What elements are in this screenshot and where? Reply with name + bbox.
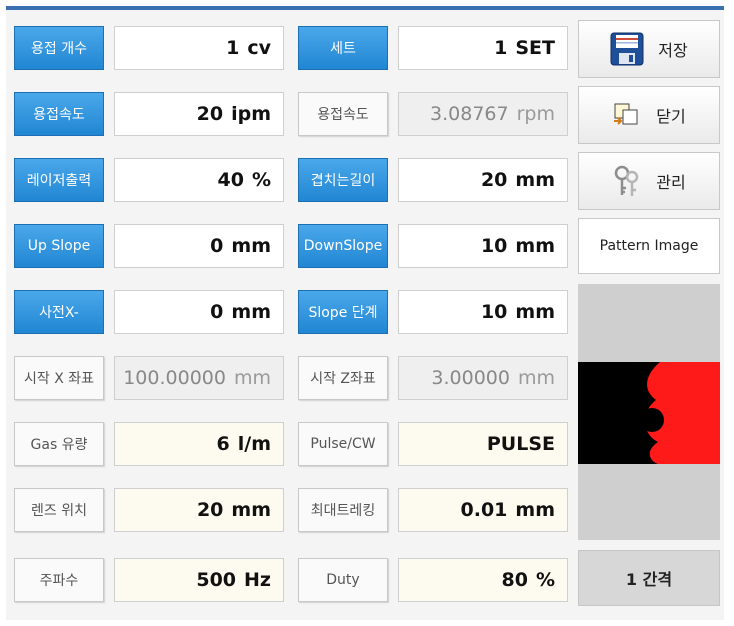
param-label-right-5: 시작 Z좌표 xyxy=(298,356,388,400)
param-value-left-3[interactable]: 0 mm xyxy=(114,224,284,268)
param-label-right-4[interactable]: Slope 단계 xyxy=(298,290,388,334)
value-unit: mm xyxy=(231,235,271,257)
param-value-left-2[interactable]: 40% xyxy=(114,158,284,202)
param-value-right-5: 3.00000 mm xyxy=(398,356,568,400)
value-number: 10 xyxy=(480,301,508,323)
param-label-left-7: 렌즈 위치 xyxy=(14,488,104,532)
close-button[interactable]: 닫기 xyxy=(578,86,720,144)
param-label-left-3[interactable]: Up Slope xyxy=(14,224,104,268)
param-value-left-8[interactable]: 500 Hz xyxy=(114,558,284,602)
param-value-left-6[interactable]: 6 l/m xyxy=(114,422,284,466)
value-unit: mm xyxy=(231,499,271,521)
value-unit: mm xyxy=(231,301,271,323)
close-label: 닫기 xyxy=(656,107,686,126)
param-value-right-2[interactable]: 20 mm xyxy=(398,158,568,202)
param-label-right-1: 용접속도 xyxy=(298,92,388,136)
param-label-left-5: 시작 X 좌표 xyxy=(14,356,104,400)
value-number: 40 xyxy=(217,169,244,191)
value-unit: ipm xyxy=(231,103,271,125)
value-number: 6 xyxy=(216,433,230,455)
value-unit: mm xyxy=(517,367,555,389)
value-unit: % xyxy=(535,569,555,591)
value-unit: l/m xyxy=(237,433,271,455)
value-number: 20 xyxy=(196,103,224,125)
param-value-left-7[interactable]: 20 mm xyxy=(114,488,284,532)
value-number: PULSE xyxy=(486,433,555,455)
param-value-right-3[interactable]: 10 mm xyxy=(398,224,568,268)
value-number: 1 xyxy=(494,37,508,59)
pattern-image-button[interactable]: Pattern Image xyxy=(578,218,720,274)
param-value-right-0[interactable]: 1 SET xyxy=(398,26,568,70)
value-number: 20 xyxy=(480,169,508,191)
value-unit: mm xyxy=(233,367,271,389)
manage-button[interactable]: 관리 xyxy=(578,152,720,210)
param-label-left-0[interactable]: 용접 개수 xyxy=(14,26,104,70)
value-unit: mm xyxy=(515,301,555,323)
value-unit: Hz xyxy=(244,569,271,591)
param-value-right-4[interactable]: 10 mm xyxy=(398,290,568,334)
param-value-right-7[interactable]: 0.01 mm xyxy=(398,488,568,532)
value-unit: SET xyxy=(515,37,555,59)
value-number: 10 xyxy=(480,235,508,257)
param-value-right-6[interactable]: PULSE xyxy=(398,422,568,466)
param-label-left-4[interactable]: 사전X- xyxy=(14,290,104,334)
param-value-left-0[interactable]: 1 cv xyxy=(114,26,284,70)
param-label-right-0[interactable]: 세트 xyxy=(298,26,388,70)
value-number: 20 xyxy=(196,499,224,521)
param-value-left-4[interactable]: 0 mm xyxy=(114,290,284,334)
value-number: 3.00000 xyxy=(431,367,510,389)
save-button[interactable]: 저장 xyxy=(578,20,720,78)
value-unit: mm xyxy=(515,235,555,257)
close-window-icon xyxy=(612,101,642,129)
interval-display: 1 간격 xyxy=(578,550,720,606)
value-unit: mm xyxy=(515,499,555,521)
floppy-disk-icon xyxy=(610,32,644,66)
param-value-left-1[interactable]: 20 ipm xyxy=(114,92,284,136)
param-value-left-5: 100.00000 mm xyxy=(114,356,284,400)
value-number: 100.00000 xyxy=(123,367,226,389)
param-label-left-8: 주파수 xyxy=(14,558,104,602)
value-unit: rpm xyxy=(516,103,555,125)
param-label-right-8: Duty xyxy=(298,558,388,602)
param-value-right-1: 3.08767 rpm xyxy=(398,92,568,136)
param-label-right-7: 최대트레킹 xyxy=(298,488,388,532)
param-label-right-2[interactable]: 겹치는길이 xyxy=(298,158,388,202)
manage-label: 관리 xyxy=(656,173,686,192)
param-label-left-2[interactable]: 레이저출력 xyxy=(14,158,104,202)
value-number: 80 xyxy=(501,569,528,591)
param-label-right-3[interactable]: DownSlope xyxy=(298,224,388,268)
value-number: 0 xyxy=(210,301,224,323)
param-label-right-6: Pulse/CW xyxy=(298,422,388,466)
param-label-left-6: Gas 유량 xyxy=(14,422,104,466)
param-value-right-8[interactable]: 80% xyxy=(398,558,568,602)
value-unit: % xyxy=(251,169,271,191)
value-number: 0 xyxy=(210,235,224,257)
value-number: 0.01 xyxy=(460,499,508,521)
value-unit: cv xyxy=(247,37,271,59)
value-number: 3.08767 xyxy=(430,103,509,125)
keys-icon xyxy=(612,164,642,198)
weld-pattern-graphic xyxy=(578,362,720,464)
value-number: 500 xyxy=(196,569,237,591)
value-number: 1 xyxy=(226,37,240,59)
save-label: 저장 xyxy=(658,41,688,60)
value-unit: mm xyxy=(515,169,555,191)
pattern-image-preview xyxy=(578,284,720,540)
param-label-left-1[interactable]: 용접속도 xyxy=(14,92,104,136)
